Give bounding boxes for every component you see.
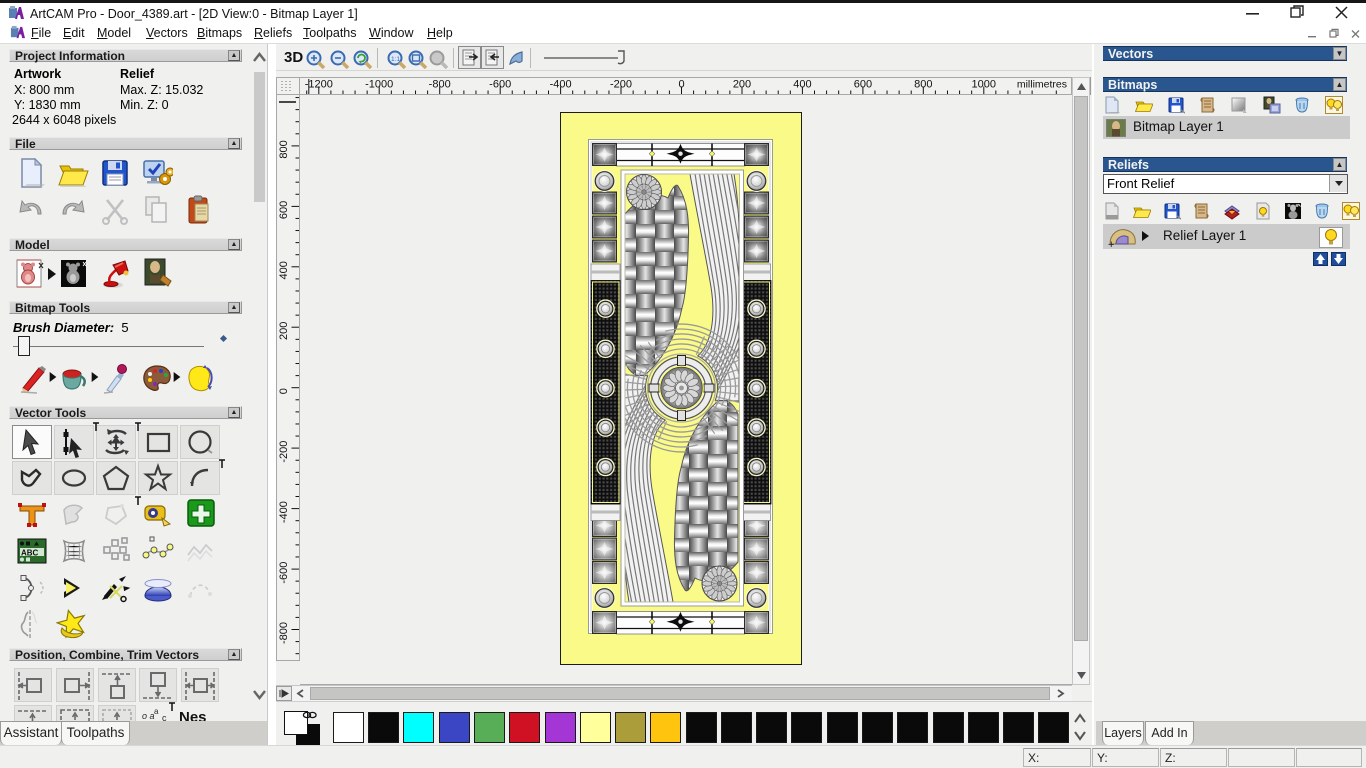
svg-text:800: 800 [914,79,932,91]
svg-text:ABC: ABC [21,549,39,558]
svg-text:600: 600 [278,201,290,219]
svg-text:1000: 1000 [972,79,996,91]
svg-text:200: 200 [278,322,290,340]
svg-text:a: a [154,707,159,716]
svg-text:-800: -800 [429,79,451,91]
svg-text:0: 0 [678,79,684,91]
svg-text:-400: -400 [278,501,290,523]
svg-text:-200: -200 [278,441,290,463]
svg-text:-1000: -1000 [365,79,393,91]
svg-text:1:1: 1:1 [391,56,400,63]
svg-text:400: 400 [278,261,290,279]
svg-text:200: 200 [733,79,751,91]
svg-text:-200: -200 [610,79,632,91]
svg-text:+: + [1108,239,1114,248]
svg-text:0: 0 [278,388,290,394]
svg-text:-1200: -1200 [305,79,333,91]
svg-text:millimetres: millimetres [1017,79,1067,91]
svg-text:-400: -400 [550,79,572,91]
svg-text:600: 600 [854,79,872,91]
svg-text:o a: o a [142,711,155,721]
svg-text:800: 800 [278,140,290,158]
svg-text:-600: -600 [489,79,511,91]
svg-text:-600: -600 [278,562,290,584]
svg-text:-800: -800 [278,622,290,644]
svg-text:400: 400 [793,79,811,91]
